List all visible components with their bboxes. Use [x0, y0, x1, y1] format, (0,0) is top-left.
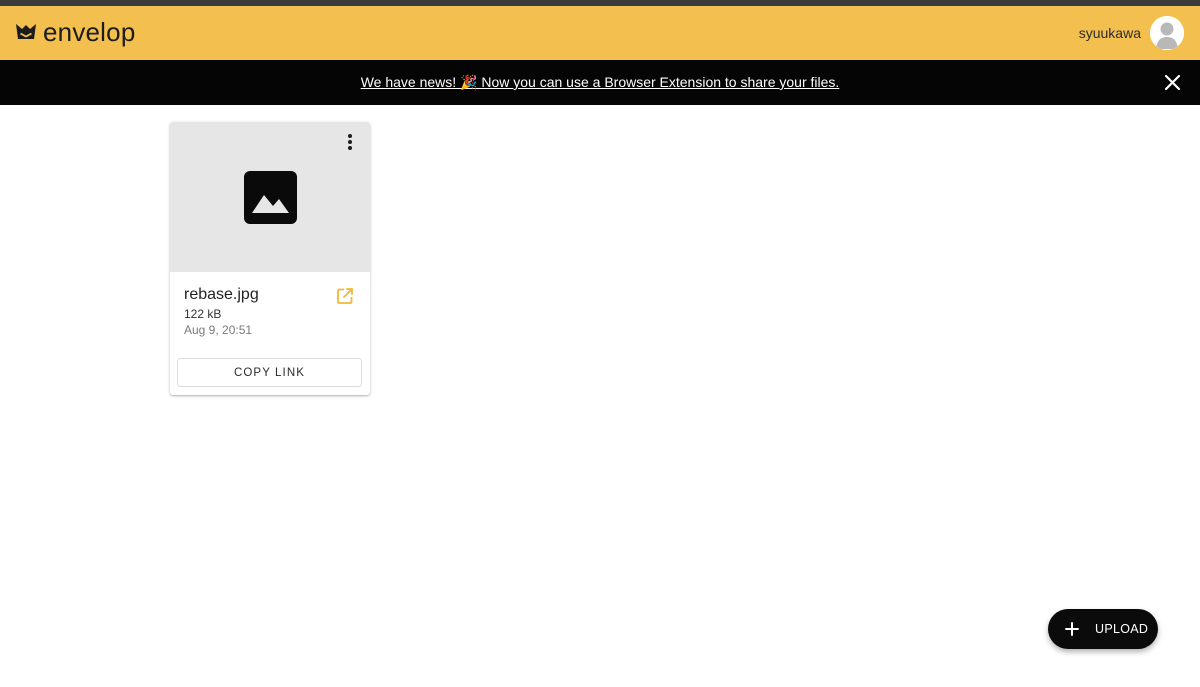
copy-link-button[interactable]: COPY LINK: [177, 358, 362, 387]
upload-button[interactable]: UPLOAD: [1048, 609, 1158, 649]
file-preview[interactable]: [170, 122, 370, 272]
more-vert-icon[interactable]: [342, 132, 358, 152]
open-in-new-icon[interactable]: [336, 287, 354, 305]
file-date: Aug 9, 20:51: [184, 323, 253, 337]
close-icon[interactable]: [1163, 73, 1182, 92]
browser-extension-link[interactable]: We have news! 🎉 Now you can use a Browse…: [361, 74, 840, 90]
default-avatar-icon: [1150, 16, 1184, 50]
user-menu[interactable]: syuukawa: [1079, 16, 1184, 50]
file-card[interactable]: rebase.jpg 122 kB Aug 9, 20:51 COPY LINK: [170, 122, 370, 395]
app-name: envelop: [43, 17, 136, 47]
announcement-bar: We have news! 🎉 Now you can use a Browse…: [0, 60, 1200, 105]
username: syuukawa: [1078, 25, 1141, 41]
upload-label: UPLOAD: [1095, 622, 1149, 636]
app-logo[interactable]: envelop: [15, 17, 135, 47]
file-name: rebase.jpg: [184, 286, 259, 303]
plus-icon: [1065, 622, 1079, 636]
app-header: envelop syuukawa: [0, 6, 1200, 60]
envelop-crown-icon: [16, 24, 36, 39]
file-size: 122 kB: [184, 307, 222, 321]
image-icon: [244, 171, 297, 224]
announcement-message: We have news! 🎉 Now you can use a Browse…: [0, 60, 1200, 105]
